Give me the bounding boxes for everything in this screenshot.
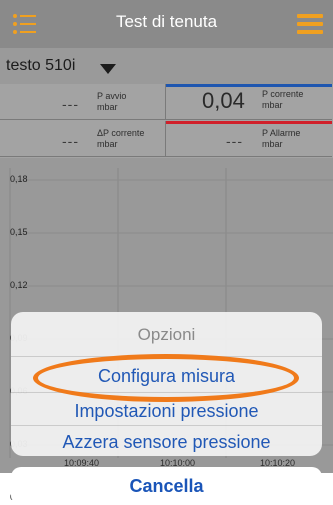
y-tick-label: 0,12 xyxy=(10,280,28,291)
reading-value: --- xyxy=(62,96,79,112)
reading-label: P avvio xyxy=(97,91,127,101)
y-tick-label: 0,15 xyxy=(10,227,28,237)
page-title: Test di tenuta xyxy=(115,12,218,31)
reading-label: P Allarme xyxy=(262,128,301,138)
current-pressure-color-bar xyxy=(166,84,332,87)
reading-value: 0,04 xyxy=(202,88,245,113)
device-name: testo 510i xyxy=(6,57,76,74)
reading-value: --- xyxy=(62,133,79,149)
reading-label: ΔP corrente xyxy=(97,128,145,138)
options-title: Opzioni xyxy=(137,325,196,344)
reading-unit: mbar xyxy=(97,102,118,112)
reading-unit: mbar xyxy=(97,139,118,149)
reading-start-pressure: --- P avvio mbar xyxy=(0,84,166,120)
readings-grid: --- P avvio mbar 0,04 P corrente mbar --- … xyxy=(0,84,333,158)
reading-alarm-pressure: --- P Allarme mbar xyxy=(166,121,332,157)
highlight-circle xyxy=(33,354,299,402)
pressure-settings-option[interactable]: Impostazioni pressione xyxy=(11,401,322,422)
reading-current-pressure: 0,04 P corrente mbar xyxy=(166,84,332,120)
dropdown-arrow-icon[interactable] xyxy=(100,64,116,74)
reading-label: P corrente xyxy=(262,89,304,99)
device-selector[interactable]: testo 510i xyxy=(0,48,333,84)
divider xyxy=(11,425,322,426)
y-tick-label: 0,18 xyxy=(10,174,28,184)
reading-value: --- xyxy=(226,133,243,149)
reading-unit: mbar xyxy=(262,139,283,149)
hamburger-icon[interactable] xyxy=(295,9,325,39)
alarm-color-bar xyxy=(166,121,332,124)
cancel-button[interactable]: Cancella xyxy=(11,467,322,505)
zero-pressure-sensor-option[interactable]: Azzera sensore pressione xyxy=(11,432,322,453)
top-bar: Test di tenuta xyxy=(0,0,333,48)
reading-delta-pressure: --- ΔP corrente mbar xyxy=(0,121,166,157)
reading-unit: mbar xyxy=(262,100,283,110)
